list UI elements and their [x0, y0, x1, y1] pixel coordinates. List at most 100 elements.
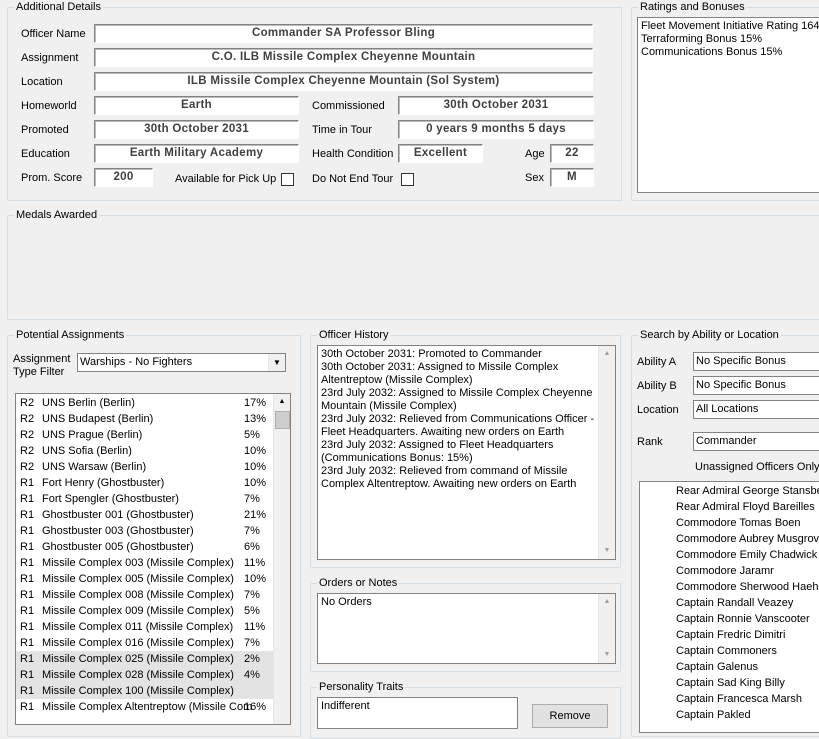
- list-item[interactable]: Captain Fredric Dimitri: [676, 627, 785, 643]
- assignment-name: Missile Complex 025 (Missile Complex): [42, 653, 234, 665]
- list-item[interactable]: Captain Galenus: [676, 659, 758, 675]
- table-row[interactable]: R1 Ghostbuster 001 (Ghostbuster) 21%: [16, 507, 273, 523]
- prom-score-label: Prom. Score: [21, 172, 83, 184]
- table-row[interactable]: R1 Missile Complex 003 (Missile Complex) 1…: [16, 555, 273, 571]
- search-title: Search by Ability or Location: [638, 328, 781, 342]
- table-row[interactable]: R1 Missile Complex 016 (Missile Complex) 7…: [16, 635, 273, 651]
- list-item[interactable]: Rear Admiral Floyd Bareilles: [676, 499, 815, 515]
- table-row[interactable]: R2 UNS Budapest (Berlin) 13%: [16, 411, 273, 427]
- table-row[interactable]: R1 Missile Complex 011 (Missile Complex) 1…: [16, 619, 273, 635]
- location-field[interactable]: ILB Missile Complex Cheyenne Mountain (S…: [94, 72, 593, 91]
- table-row[interactable]: R1 Missile Complex 100 (Missile Complex): [16, 683, 273, 699]
- assignment-name: UNS Sofia (Berlin): [42, 445, 132, 457]
- health-field[interactable]: Excellent: [398, 144, 483, 163]
- remove-button[interactable]: Remove: [532, 704, 608, 728]
- assignment-rank: R1: [20, 669, 35, 681]
- list-item[interactable]: Rear Admiral George Stansber: [676, 483, 819, 499]
- pickup-checkbox[interactable]: [281, 173, 294, 186]
- assignment-name: UNS Budapest (Berlin): [42, 413, 154, 425]
- assignment-rank: R1: [20, 477, 35, 489]
- scroll-down-icon[interactable]: ▼: [599, 543, 615, 559]
- assignment-percent: 11%: [244, 557, 266, 569]
- history-line: 23rd July 2032: Relieved from Communicat…: [321, 413, 595, 425]
- personality-list[interactable]: Indifferent: [317, 697, 518, 729]
- list-item[interactable]: Commodore Aubrey Musgrove: [676, 531, 819, 547]
- table-row[interactable]: R2 UNS Warsaw (Berlin) 10%: [16, 459, 273, 475]
- scroll-up-icon[interactable]: ▲: [274, 394, 290, 410]
- scroll-thumb[interactable]: [275, 411, 290, 429]
- age-field[interactable]: 22: [550, 144, 594, 163]
- age-label: Age: [525, 148, 545, 160]
- ability-a-select[interactable]: No Specific Bonus: [693, 352, 819, 371]
- commissioned-field[interactable]: 30th October 2031: [398, 96, 594, 115]
- officers-list[interactable]: Rear Admiral George Stansber Rear Admiral…: [639, 481, 819, 733]
- officer-history-text[interactable]: 30th October 2031: Promoted to Commander…: [317, 345, 616, 560]
- table-row[interactable]: R1 Ghostbuster 003 (Ghostbuster) 7%: [16, 523, 273, 539]
- scroll-down-icon[interactable]: ▼: [599, 647, 615, 663]
- time-in-tour-field[interactable]: 0 years 9 months 5 days: [398, 120, 594, 139]
- list-item[interactable]: Captain Commoners: [676, 643, 777, 659]
- assignments-list[interactable]: R2 UNS Berlin (Berlin) 17% R2 UNS Budapest (…: [15, 393, 291, 725]
- table-row[interactable]: R2 UNS Prague (Berlin) 5%: [16, 427, 273, 443]
- assignment-type-filter[interactable]: Warships - No Fighters ▼: [77, 353, 286, 372]
- list-item[interactable]: Commodore Jaramr: [676, 563, 774, 579]
- assignment-percent: 7%: [244, 637, 260, 649]
- table-row[interactable]: R2 UNS Sofia (Berlin) 10%: [16, 443, 273, 459]
- assignment-percent: 6%: [244, 541, 260, 553]
- promoted-field[interactable]: 30th October 2031: [94, 120, 299, 139]
- history-scrollbar[interactable]: ▲ ▼: [598, 346, 615, 559]
- ability-b-select[interactable]: No Specific Bonus: [693, 376, 819, 395]
- officer-name-field[interactable]: Commander SA Professor Bling: [94, 24, 593, 43]
- list-item[interactable]: Commodore Sherwood Haehn: [676, 579, 819, 595]
- assignment-percent: 7%: [244, 493, 260, 505]
- table-row[interactable]: R1 Fort Spengler (Ghostbuster) 7%: [16, 491, 273, 507]
- list-item[interactable]: Captain Pakled: [676, 707, 751, 723]
- education-field[interactable]: Earth Military Academy: [94, 144, 299, 163]
- list-item[interactable]: Captain Francesca Marsh: [676, 691, 802, 707]
- assignment-name: Fort Henry (Ghostbuster): [42, 477, 165, 489]
- table-row[interactable]: R1 Missile Complex Altentreptow (Missile …: [16, 699, 273, 715]
- orders-scrollbar[interactable]: ▲ ▼: [598, 594, 615, 663]
- history-line: (Communications Bonus: 15%): [321, 452, 473, 464]
- assignment-field[interactable]: C.O. ILB Missile Complex Cheyenne Mounta…: [94, 48, 593, 67]
- list-item[interactable]: Commodore Emily Chadwick: [676, 547, 817, 563]
- assignment-percent: 4%: [244, 669, 260, 681]
- search-location-select[interactable]: All Locations: [693, 400, 819, 419]
- list-item[interactable]: Captain Ronnie Vanscooter: [676, 611, 810, 627]
- list-item[interactable]: Captain Sad King Billy: [676, 675, 785, 691]
- chevron-down-icon[interactable]: ▼: [268, 354, 285, 371]
- assignment-percent: 5%: [244, 605, 260, 617]
- promoted-label: Promoted: [21, 124, 69, 136]
- assignment-rank: R1: [20, 557, 35, 569]
- assignment-rank: R1: [20, 509, 35, 521]
- table-row[interactable]: R1 Missile Complex 009 (Missile Complex) 5…: [16, 603, 273, 619]
- sex-field[interactable]: M: [550, 168, 594, 187]
- not-end-tour-checkbox[interactable]: [401, 173, 414, 186]
- rank-select[interactable]: Commander: [693, 432, 819, 451]
- assignment-rank: R1: [20, 637, 35, 649]
- assignment-name: Missile Complex 011 (Missile Complex): [42, 621, 234, 633]
- unassigned-only-label[interactable]: Unassigned Officers Only: [695, 460, 819, 474]
- table-row[interactable]: R1 Fort Henry (Ghostbuster) 10%: [16, 475, 273, 491]
- history-line: 30th October 2031: Assigned to Missile C…: [321, 361, 559, 373]
- table-row[interactable]: R1 Missile Complex 025 (Missile Complex) 2…: [16, 651, 273, 667]
- table-row[interactable]: R2 UNS Berlin (Berlin) 17%: [16, 395, 273, 411]
- list-item[interactable]: Captain Randall Veazey: [676, 595, 793, 611]
- scroll-up-icon[interactable]: ▲: [599, 346, 615, 362]
- list-item[interactable]: Commodore Tomas Boen: [676, 515, 801, 531]
- health-label: Health Condition: [312, 148, 394, 160]
- table-row[interactable]: R1 Ghostbuster 005 (Ghostbuster) 6%: [16, 539, 273, 555]
- orders-text[interactable]: No Orders ▲ ▼: [317, 593, 616, 664]
- commissioned-label: Commissioned: [312, 100, 385, 112]
- scroll-up-icon[interactable]: ▲: [599, 594, 615, 610]
- table-row[interactable]: R1 Missile Complex 008 (Missile Complex) 7…: [16, 587, 273, 603]
- table-row[interactable]: R1 Missile Complex 028 (Missile Complex) 4…: [16, 667, 273, 683]
- prom-score-field[interactable]: 200: [94, 168, 153, 187]
- table-row[interactable]: R1 Missile Complex 005 (Missile Complex) 1…: [16, 571, 273, 587]
- homeworld-field[interactable]: Earth: [94, 96, 299, 115]
- assignments-scrollbar[interactable]: ▲: [273, 394, 290, 724]
- assignment-percent: 7%: [244, 525, 260, 537]
- medals-group: Medals Awarded: [7, 208, 819, 320]
- rank-label: Rank: [637, 436, 663, 448]
- assignment-percent: 2%: [244, 653, 260, 665]
